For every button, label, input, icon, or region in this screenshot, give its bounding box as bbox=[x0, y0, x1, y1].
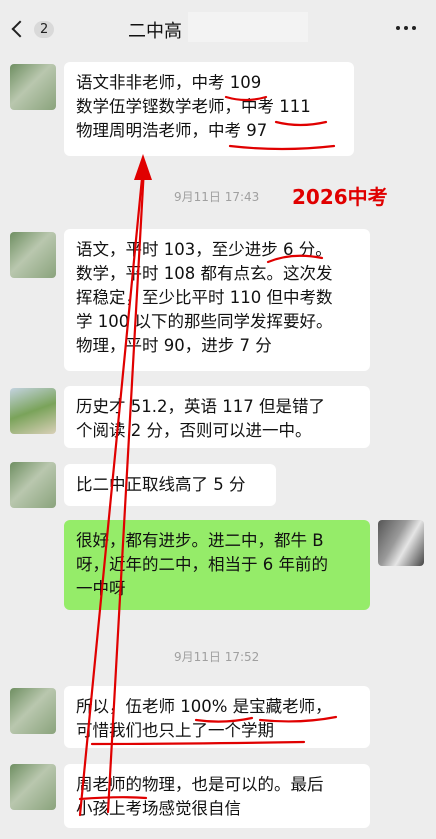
timestamp: 9月11日 17:52 bbox=[174, 650, 260, 664]
avatar[interactable] bbox=[10, 764, 56, 810]
message-line: 学 100 以下的那些同学发挥要好。 bbox=[76, 312, 333, 331]
back-button[interactable]: 2 bbox=[6, 14, 58, 44]
avatar[interactable] bbox=[10, 462, 56, 508]
avatar[interactable] bbox=[10, 64, 56, 110]
chat-title: 二中高 bbox=[128, 21, 182, 42]
message-line: 物理，平时 90，进步 7 分 bbox=[76, 336, 272, 355]
message-line: 呀，近年的二中，相当于 6 年前的 bbox=[76, 555, 328, 574]
more-options-icon[interactable] bbox=[396, 26, 416, 30]
message-line: 语文非非老师，中考 109 bbox=[76, 73, 262, 92]
title-redaction bbox=[188, 12, 308, 42]
message-line: 数学，平时 108 都有点玄。这次发 bbox=[76, 264, 333, 283]
message-bubble[interactable]: 所以，伍老师 100% 是宝藏老师， 可惜我们也只上了一个学期 bbox=[64, 686, 370, 748]
message-bubble-outgoing[interactable]: 很好，都有进步。进二中，都牛 B 呀，近年的二中，相当于 6 年前的 一中呀 bbox=[64, 520, 370, 610]
message-line: 历史才 51.2，英语 117 但是错了 bbox=[76, 397, 325, 416]
message-line: 语文，平时 103，至少进步 6 分。 bbox=[76, 240, 332, 259]
message-line: 所以，伍老师 100% 是宝藏老师， bbox=[76, 697, 332, 716]
message-line: 一中呀 bbox=[76, 579, 126, 598]
chat-header: 2 二中高 bbox=[0, 0, 436, 58]
timestamp: 9月11日 17:43 bbox=[174, 190, 260, 204]
message-line: 数学伍学铿数学老师，中考 111 bbox=[76, 97, 311, 116]
avatar[interactable] bbox=[10, 688, 56, 734]
message-line: 很好，都有进步。进二中，都牛 B bbox=[76, 531, 324, 550]
unread-count-badge: 2 bbox=[34, 20, 55, 38]
message-bubble[interactable]: 语文，平时 103，至少进步 6 分。 数学，平时 108 都有点玄。这次发 挥… bbox=[64, 229, 370, 371]
message-line: 物理周明浩老师，中考 97 bbox=[76, 121, 268, 140]
message-line: 挥稳定，至少比平时 110 但中考数 bbox=[76, 288, 333, 307]
message-bubble[interactable]: 周老师的物理，也是可以的。最后 小孩上考场感觉很自信 bbox=[64, 764, 370, 828]
message-line: 可惜我们也只上了一个学期 bbox=[76, 721, 274, 740]
avatar[interactable] bbox=[378, 520, 424, 566]
arrow-head bbox=[134, 154, 152, 180]
message-line: 周老师的物理，也是可以的。最后 bbox=[76, 775, 324, 794]
message-line: 个阅读 2 分，否则可以进一中。 bbox=[76, 421, 312, 440]
message-line: 比二中正取线高了 5 分 bbox=[76, 475, 246, 494]
message-bubble[interactable]: 语文非非老师，中考 109 数学伍学铿数学老师，中考 111 物理周明浩老师，中… bbox=[64, 62, 354, 156]
avatar[interactable] bbox=[10, 388, 56, 434]
avatar[interactable] bbox=[10, 232, 56, 278]
handwritten-mark-label: 2026中考 bbox=[292, 185, 388, 209]
message-bubble[interactable]: 历史才 51.2，英语 117 但是错了 个阅读 2 分，否则可以进一中。 bbox=[64, 386, 370, 448]
message-line: 小孩上考场感觉很自信 bbox=[76, 799, 241, 818]
message-bubble[interactable]: 比二中正取线高了 5 分 bbox=[64, 464, 276, 506]
chevron-left-icon bbox=[11, 20, 29, 38]
